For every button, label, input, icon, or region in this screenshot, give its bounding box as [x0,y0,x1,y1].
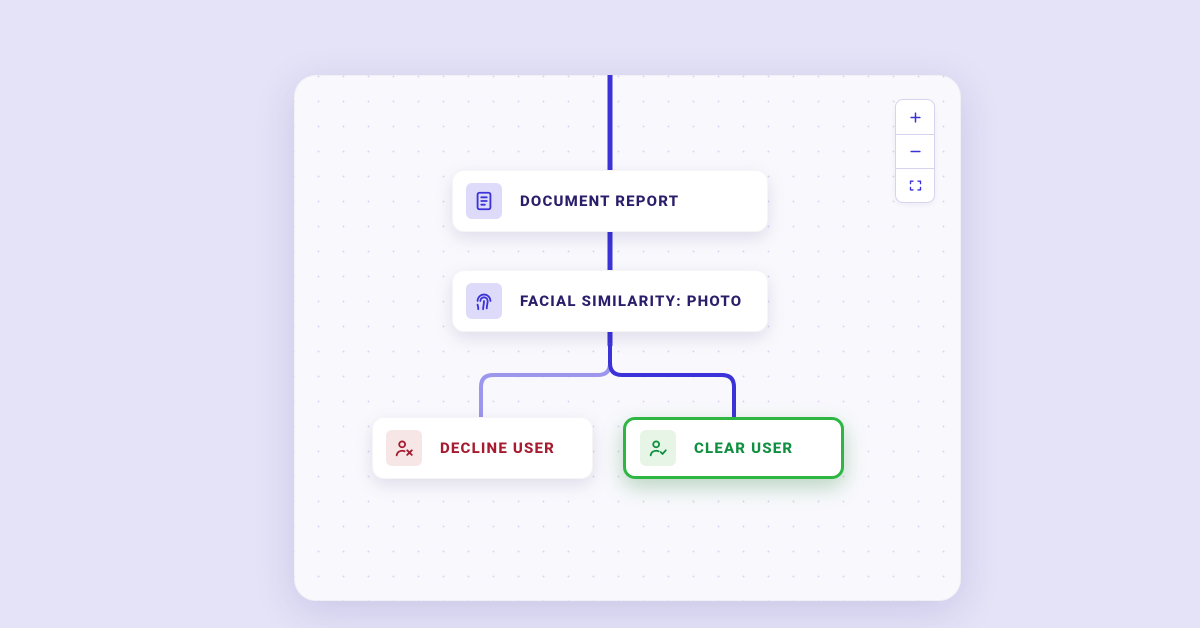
user-x-icon [386,430,422,466]
fit-icon [908,178,923,193]
document-icon [466,183,502,219]
workflow-canvas[interactable]: DOCUMENT REPORT FACIAL SIMILARITY: PHOTO [294,75,961,601]
node-facial-similarity[interactable]: FACIAL SIMILARITY: PHOTO [452,270,768,332]
zoom-out-button[interactable] [896,134,934,168]
node-label: FACIAL SIMILARITY: PHOTO [520,292,742,310]
fit-to-screen-button[interactable] [896,168,934,202]
fingerprint-icon [466,283,502,319]
node-label: DECLINE USER [440,439,555,457]
node-decline-user[interactable]: DECLINE USER [372,417,593,479]
user-check-icon [640,430,676,466]
node-label: CLEAR USER [694,439,793,457]
node-document-report[interactable]: DOCUMENT REPORT [452,170,768,232]
connector-left [481,345,610,417]
view-controls [895,99,935,203]
zoom-in-button[interactable] [896,100,934,134]
page-root: DOCUMENT REPORT FACIAL SIMILARITY: PHOTO [0,0,1200,628]
minus-icon [908,144,923,159]
node-label: DOCUMENT REPORT [520,192,679,210]
node-clear-user[interactable]: CLEAR USER [623,417,844,479]
plus-icon [908,110,923,125]
connector-right [610,345,734,417]
